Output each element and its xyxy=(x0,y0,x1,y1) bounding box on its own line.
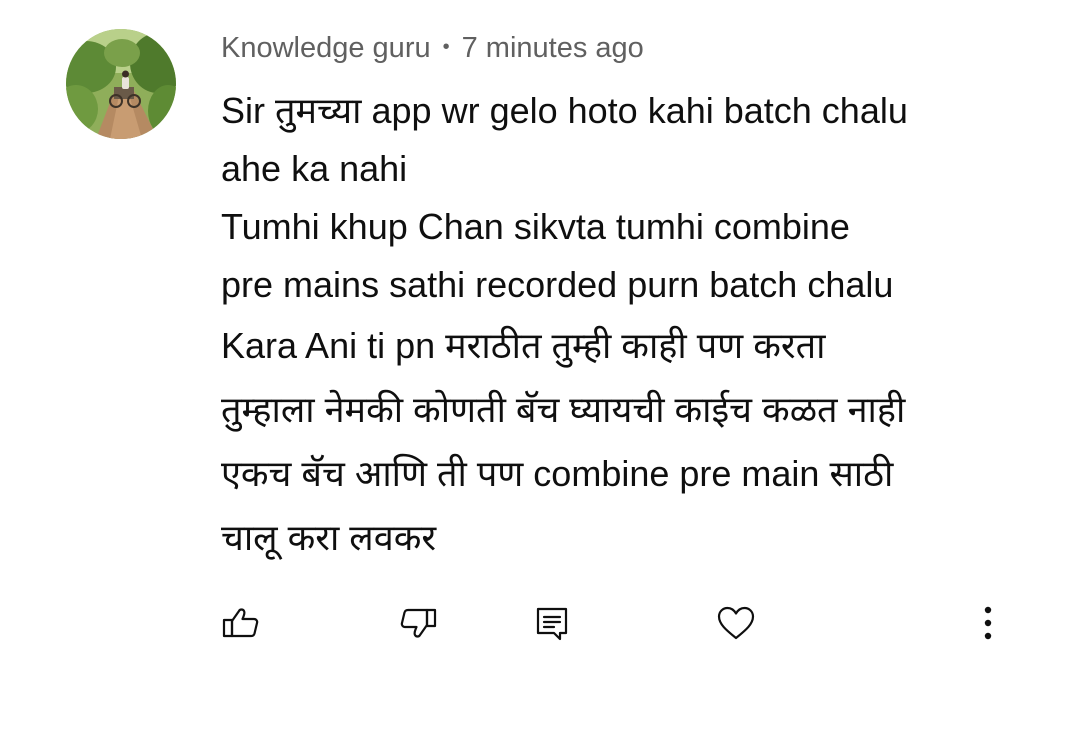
comment-line: चालू करा लवकर xyxy=(221,517,437,558)
author-name[interactable]: Knowledge guru xyxy=(221,32,431,65)
comment-timestamp[interactable]: 7 minutes ago xyxy=(462,32,644,65)
more-vertical-icon xyxy=(984,606,992,640)
comment-line: Sir तुमच्या app wr gelo hoto kahi batch … xyxy=(221,90,908,131)
comment-line: Tumhi khup Chan sikvta tumhi combine xyxy=(221,206,850,247)
thumb-down-icon xyxy=(400,608,437,638)
comment-line: ahe ka nahi xyxy=(221,148,408,189)
heart-icon xyxy=(717,606,755,640)
comment-text: Sir तुमच्या app wr gelo hoto kahi batch … xyxy=(221,82,1011,570)
separator-dot: • xyxy=(442,35,450,58)
avatar[interactable] xyxy=(66,29,176,139)
heart-button[interactable] xyxy=(714,601,758,645)
comment-line: pre mains sathi recorded purn batch chal… xyxy=(221,264,894,305)
comment-line: एकच बॅच आणि ती पण combine pre main साठी xyxy=(221,453,894,494)
reply-button[interactable] xyxy=(530,601,574,645)
dislike-button[interactable] xyxy=(396,601,440,645)
comment-header: Knowledge guru • 7 minutes ago xyxy=(221,28,644,68)
comment-line: Kara Ani ti pn मराठीत तुम्ही काही पण करत… xyxy=(221,325,826,366)
like-button[interactable] xyxy=(219,601,263,645)
comment-line: तुम्हाला नेमकी कोणती बॅच घ्यायची काईच कळ… xyxy=(221,389,906,430)
thumb-up-icon xyxy=(222,608,259,638)
reply-comment-icon xyxy=(536,607,568,641)
avatar-image xyxy=(66,29,176,139)
more-options-button[interactable] xyxy=(966,601,1010,645)
